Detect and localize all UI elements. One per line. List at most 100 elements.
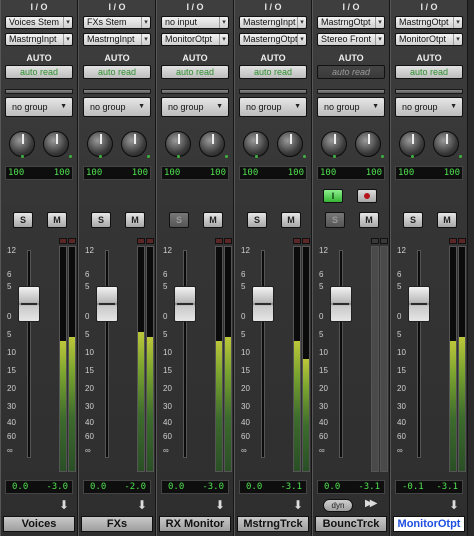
volume-readout[interactable]: -0.1 -3.1 [395, 480, 463, 494]
volume-readout[interactable]: 0.0 -3.1 [317, 480, 385, 494]
clip-indicator[interactable] [302, 238, 310, 244]
pan-left-knob[interactable] [399, 131, 425, 157]
pan-left-knob[interactable] [321, 131, 347, 157]
input-selector[interactable]: FXs Stem ▾ [83, 16, 151, 29]
track-name[interactable]: Voices [3, 516, 75, 532]
clip-indicator[interactable] [371, 238, 379, 244]
pan-right-knob[interactable] [433, 131, 459, 157]
arrow-down-icon[interactable]: ⬇ [293, 498, 303, 512]
automation-mode-selector[interactable]: auto read [239, 65, 307, 79]
input-selector[interactable]: Voices Stem ▾ [5, 16, 73, 29]
group-selector[interactable]: no group ▼ [161, 97, 229, 117]
pan-left-knob[interactable] [243, 131, 269, 157]
group-selector[interactable]: no group ▼ [5, 97, 73, 117]
automation-mode-selector[interactable]: auto read [5, 65, 73, 79]
automation-mode-selector[interactable]: auto read [83, 65, 151, 79]
mute-button[interactable]: M [125, 212, 145, 228]
pan-readout[interactable]: 100 100 [239, 166, 307, 180]
input-selector[interactable]: MastrngOtpt ▾ [317, 16, 385, 29]
clip-indicator[interactable] [146, 238, 154, 244]
pan-left-knob[interactable] [165, 131, 191, 157]
mute-button[interactable]: M [359, 212, 379, 228]
dyn-button[interactable]: dyn [323, 499, 353, 512]
output-selector[interactable]: MonitorOtpt ▾ [395, 33, 463, 46]
pan-readout[interactable]: 100 100 [395, 166, 463, 180]
automation-mode-selector[interactable]: auto read [395, 65, 463, 79]
output-selector[interactable]: MonitorOtpt ▾ [161, 33, 229, 46]
volume-fader[interactable] [252, 286, 274, 322]
input-selector[interactable]: MasterngInpt ▾ [239, 16, 307, 29]
volume-fader[interactable] [330, 286, 352, 322]
solo-button[interactable]: S [325, 212, 345, 228]
clip-indicator[interactable] [458, 238, 466, 244]
clip-indicator[interactable] [68, 238, 76, 244]
arrow-down-icon[interactable]: ⬇ [137, 498, 147, 512]
clip-indicator[interactable] [224, 238, 232, 244]
pan-right-knob[interactable] [355, 131, 381, 157]
solo-button[interactable]: S [247, 212, 267, 228]
mute-button[interactable]: M [47, 212, 67, 228]
volume-readout[interactable]: 0.0 -3.0 [5, 480, 73, 494]
group-selector[interactable]: no group ▼ [317, 97, 385, 117]
output-selector[interactable]: Stereo Front ▾ [317, 33, 385, 46]
arrow-down-icon[interactable]: ⬇ [215, 498, 225, 512]
volume-fader[interactable] [96, 286, 118, 322]
volume-readout[interactable]: 0.0 -3.1 [239, 480, 307, 494]
scale-tick-label: 40 [397, 418, 406, 427]
clip-indicator[interactable] [215, 238, 223, 244]
volume-fader[interactable] [174, 286, 196, 322]
output-selector[interactable]: MasterngOtpt ▾ [239, 33, 307, 46]
track-name[interactable]: BouncTrck [315, 516, 387, 532]
solo-button[interactable]: S [403, 212, 423, 228]
arrow-down-icon[interactable]: ⬇ [449, 498, 459, 512]
pan-readout[interactable]: 100 100 [161, 166, 229, 180]
chevron-down-icon: ▾ [453, 34, 462, 45]
pan-readout[interactable]: 100 100 [83, 166, 151, 180]
pan-right-knob[interactable] [277, 131, 303, 157]
output-selector[interactable]: MastrngInpt ▾ [5, 33, 73, 46]
track-name[interactable]: MonitorOtpt [393, 516, 465, 532]
group-selector[interactable]: no group ▼ [83, 97, 151, 117]
volume-readout[interactable]: 0.0 -2.0 [83, 480, 151, 494]
solo-button[interactable]: S [13, 212, 33, 228]
solo-button[interactable]: S [169, 212, 189, 228]
volume-readout[interactable]: 0.0 -3.0 [161, 480, 229, 494]
scale-tick-label: ∞ [397, 446, 403, 455]
track-name[interactable]: FXs [81, 516, 153, 532]
clip-indicator[interactable] [137, 238, 145, 244]
mute-button[interactable]: M [281, 212, 301, 228]
clip-indicator[interactable] [380, 238, 388, 244]
peak-value: -3.0 [46, 482, 68, 492]
clip-indicator[interactable] [59, 238, 67, 244]
group-selector[interactable]: no group ▼ [395, 97, 463, 117]
automation-mode-selector[interactable]: auto read [161, 65, 229, 79]
pan-readout[interactable]: 100 100 [317, 166, 385, 180]
input-monitor-button[interactable]: I [323, 189, 343, 203]
volume-fader[interactable] [18, 286, 40, 322]
pan-right-knob[interactable] [43, 131, 69, 157]
pan-right-knob[interactable] [121, 131, 147, 157]
clip-indicator[interactable] [293, 238, 301, 244]
group-selector[interactable]: no group ▼ [239, 97, 307, 117]
arrow-down-icon[interactable]: ⬇ [59, 498, 69, 512]
level-meter-right [380, 246, 388, 472]
solo-button[interactable]: S [91, 212, 111, 228]
record-arm-button[interactable] [357, 189, 377, 203]
volume-fader[interactable] [408, 286, 430, 322]
output-selector[interactable]: MastrngInpt ▾ [83, 33, 151, 46]
clip-indicator[interactable] [449, 238, 457, 244]
input-selector[interactable]: no input ▾ [161, 16, 229, 29]
mute-button[interactable]: M [437, 212, 457, 228]
pan-readout[interactable]: 100 100 [5, 166, 73, 180]
track-name[interactable]: RX Monitor [159, 516, 231, 532]
pan-left-knob[interactable] [87, 131, 113, 157]
input-selector[interactable]: MastrngOtpt ▾ [395, 16, 463, 29]
volume-value: 0.0 [12, 482, 29, 492]
track-name[interactable]: MstrngTrck [237, 516, 309, 532]
fast-forward-icon[interactable]: ▶▶ [365, 498, 378, 509]
automation-mode-selector[interactable]: auto read [317, 65, 385, 79]
mute-button[interactable]: M [203, 212, 223, 228]
fader-scale: 12 6 5 0 5 10 15 20 30 40 60 ∞ [7, 246, 21, 456]
pan-left-knob[interactable] [9, 131, 35, 157]
pan-right-knob[interactable] [199, 131, 225, 157]
